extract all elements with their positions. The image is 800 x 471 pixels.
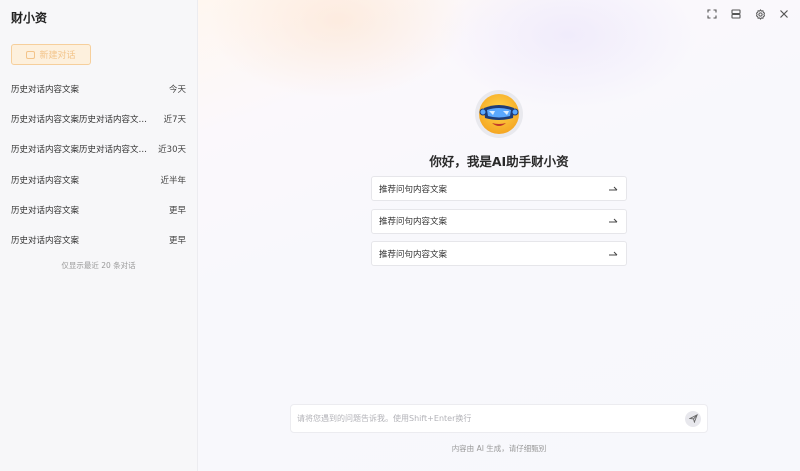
chat-input-box xyxy=(290,404,708,433)
window-controls xyxy=(706,8,790,20)
new-chat-button[interactable]: 新建对话 xyxy=(11,44,91,65)
history-limit-note: 仅显示最近 20 条对话 xyxy=(61,261,136,270)
app-title: 财小资 xyxy=(11,11,48,25)
arrow-right-icon xyxy=(609,218,618,223)
history-item-date: 近30天 xyxy=(158,145,186,156)
history-item-date: 近7天 xyxy=(163,115,186,126)
fullscreen-icon[interactable] xyxy=(706,8,718,20)
suggestion-item[interactable]: 推荐问句内容文案 xyxy=(371,176,627,201)
send-icon xyxy=(688,414,698,423)
suggestion-label: 推荐问句内容文案 xyxy=(379,184,448,195)
send-button[interactable] xyxy=(685,410,701,427)
history-item-date: 今天 xyxy=(168,85,186,96)
close-icon[interactable] xyxy=(778,8,790,20)
settings-icon[interactable] xyxy=(754,8,766,20)
new-chat-label: 新建对话 xyxy=(39,51,76,61)
history-list: 历史对话内容文案 今天 历史对话内容文案历史对话内容文案... 近7天 历史对话… xyxy=(0,74,197,255)
history-item-title: 历史对话内容文案 xyxy=(11,236,80,247)
history-item[interactable]: 历史对话内容文案历史对话内容文案... 近30天 xyxy=(0,134,197,164)
sidebar: 财小资 新建对话 历史对话内容文案 今天 历史对话内容文案历史对话内容文案...… xyxy=(0,0,198,471)
suggestion-label: 推荐问句内容文案 xyxy=(379,217,448,227)
chat-main: 你好，我是AI助手财小资 推荐问句内容文案 推荐问句内容文案 推荐问句内容文案 xyxy=(198,0,800,471)
history-item-date: 更早 xyxy=(168,236,186,247)
history-item-title: 历史对话内容文案 xyxy=(11,85,80,96)
suggestion-item[interactable]: 推荐问句内容文案 xyxy=(371,241,627,266)
history-item[interactable]: 历史对话内容文案 今天 xyxy=(0,74,197,104)
history-item[interactable]: 历史对话内容文案历史对话内容文案... 近7天 xyxy=(0,104,197,134)
chat-bubble-icon xyxy=(26,50,36,59)
suggestion-label: 推荐问句内容文案 xyxy=(379,249,448,260)
arrow-right-icon xyxy=(609,186,618,190)
history-item[interactable]: 历史对话内容文案 更早 xyxy=(0,195,197,225)
chat-input[interactable] xyxy=(297,414,685,423)
greeting-title: 你好，我是AI助手财小资 xyxy=(429,154,569,169)
suggestion-item[interactable]: 推荐问句内容文案 xyxy=(371,208,627,234)
layout-icon[interactable] xyxy=(730,8,742,20)
app-window: 财小资 新建对话 历史对话内容文案 今天 历史对话内容文案历史对话内容文案...… xyxy=(0,0,800,471)
history-item[interactable]: 历史对话内容文案 更早 xyxy=(0,225,197,255)
ai-disclaimer: 内容由 AI 生成，请仔细甄别 xyxy=(451,444,547,453)
history-item-title: 历史对话内容文案 xyxy=(11,175,80,186)
history-item[interactable]: 历史对话内容文案 近半年 xyxy=(0,165,197,195)
history-item-title: 历史对话内容文案历史对话内容文案... xyxy=(11,115,151,126)
suggestion-list: 推荐问句内容文案 推荐问句内容文案 推荐问句内容文案 xyxy=(371,176,627,274)
history-item-date: 更早 xyxy=(168,205,186,216)
arrow-right-icon xyxy=(609,251,618,255)
ai-assistant-avatar-icon xyxy=(475,90,523,138)
history-item-title: 历史对话内容文案 xyxy=(11,205,80,216)
history-item-date: 近半年 xyxy=(160,175,186,186)
history-item-title: 历史对话内容文案历史对话内容文案... xyxy=(11,145,151,156)
